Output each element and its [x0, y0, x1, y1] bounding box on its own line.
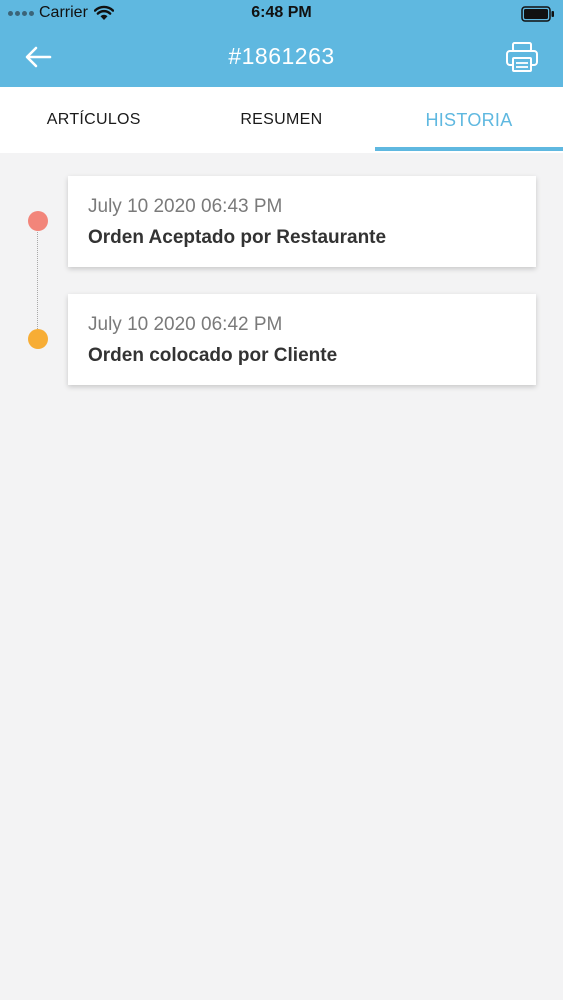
tab-historia[interactable]: HISTORIA — [375, 87, 563, 153]
status-time: 6:48 PM — [251, 4, 312, 21]
header-bar: Carrier 6:48 PM #1861263 — [0, 0, 563, 87]
timeline-dot-placed — [28, 329, 48, 349]
status-bar: Carrier 6:48 PM — [0, 0, 563, 28]
tab-resumen[interactable]: RESUMEN — [188, 87, 376, 153]
history-event-card: July 10 2020 06:42 PM Orden colocado por… — [68, 294, 536, 385]
event-description: Orden colocado por Cliente — [88, 345, 338, 366]
event-timestamp: July 10 2020 06:42 PM — [88, 314, 283, 335]
printer-icon — [506, 42, 538, 72]
history-event-card: July 10 2020 06:43 PM Orden Aceptado por… — [68, 176, 536, 267]
print-button[interactable] — [505, 40, 539, 74]
event-description: Orden Aceptado por Restaurante — [88, 227, 387, 248]
page-title: #1861263 — [228, 43, 335, 69]
timeline-connector — [37, 222, 38, 339]
battery-icon — [521, 6, 554, 22]
timeline-dot-accepted — [28, 211, 48, 231]
tab-articulos[interactable]: ARTÍCULOS — [0, 87, 188, 153]
tab-bar: ARTÍCULOS RESUMEN HISTORIA — [0, 87, 563, 153]
event-timestamp: July 10 2020 06:43 PM — [88, 196, 283, 217]
